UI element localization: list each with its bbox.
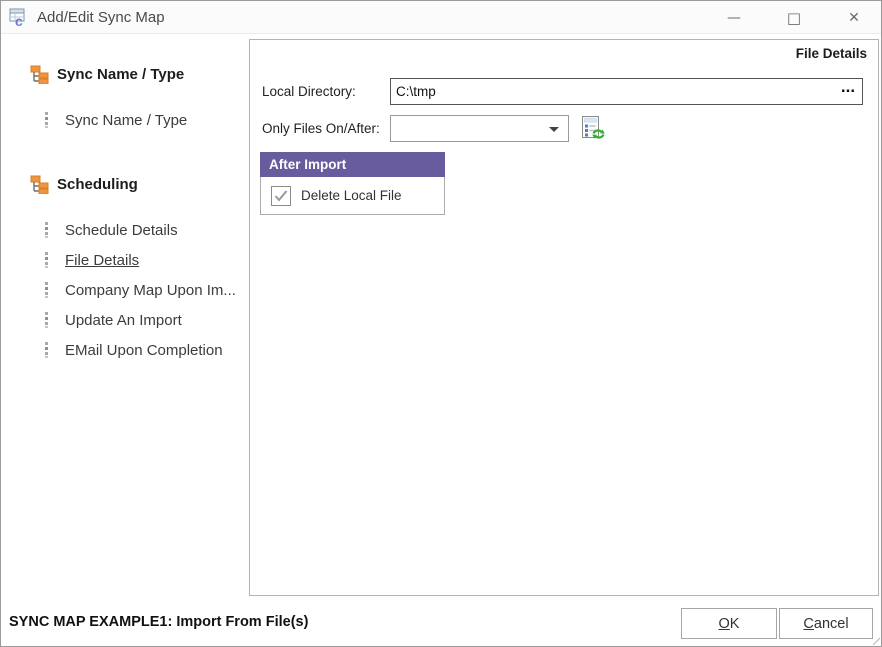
delete-local-file-label: Delete Local File (301, 188, 402, 203)
ok-button[interactable]: OK (681, 608, 777, 639)
after-import-header: After Import (260, 152, 445, 177)
checkmark-icon (274, 190, 288, 202)
ok-mnemonic: O (719, 616, 730, 632)
resize-grip[interactable] (872, 637, 880, 645)
delete-local-file-checkbox[interactable] (271, 186, 291, 206)
svg-text:c: c (15, 13, 23, 27)
drag-dots-icon (44, 312, 49, 328)
add-edit-sync-map-dialog: c Add/Edit Sync Map — □ ✕ Sync Name / Ty… (0, 0, 882, 647)
only-files-on-after-label: Only Files On/After: (262, 121, 380, 136)
window-title: Add/Edit Sync Map (37, 9, 165, 26)
tree-orange-icon (30, 65, 49, 84)
titlebar[interactable]: c Add/Edit Sync Map — □ ✕ (1, 1, 881, 34)
drag-dots-icon (44, 342, 49, 358)
local-directory-label: Local Directory: (262, 84, 356, 99)
cancel-mnemonic: C (803, 616, 813, 632)
maximize-button[interactable]: □ (777, 4, 811, 32)
after-import-row: Delete Local File (260, 177, 445, 215)
after-import-group: After Import Delete Local File (260, 152, 445, 215)
panel-title: File Details (796, 46, 867, 61)
sidebar-item-label: Company Map Upon Im... (65, 282, 236, 299)
sidebar-item-file-details[interactable]: File Details (1, 249, 249, 271)
sidebar-item-label: Schedule Details (65, 222, 178, 239)
local-directory-input[interactable] (391, 84, 834, 99)
only-files-on-after-combobox[interactable] (390, 115, 569, 142)
tree-orange-icon (30, 175, 49, 194)
sidebar-item-label: Sync Name / Type (65, 112, 187, 129)
drag-dots-icon (44, 282, 49, 298)
sidebar-item-company-map-upon-import[interactable]: Company Map Upon Im... (1, 279, 249, 301)
window-controls: — □ ✕ (691, 1, 871, 34)
cancel-button[interactable]: Cancel (779, 608, 873, 639)
drag-dots-icon (44, 252, 49, 268)
ok-rest: K (730, 616, 740, 632)
sidebar-item-label: Update An Import (65, 312, 182, 329)
local-directory-field: ... (390, 78, 863, 105)
sidebar-item-schedule-details[interactable]: Schedule Details (1, 219, 249, 241)
drag-dots-icon (44, 112, 49, 128)
minimize-button[interactable]: — (717, 4, 751, 32)
sidebar-item-update-an-import[interactable]: Update An Import (1, 309, 249, 331)
sidebar-section-label: Scheduling (57, 176, 138, 193)
sidebar-item-sync-name-type[interactable]: Sync Name / Type (1, 109, 249, 131)
app-icon: c (9, 7, 29, 27)
chevron-down-icon (549, 127, 559, 132)
sidebar-section-sync-name-type: Sync Name / Type (1, 63, 249, 85)
sidebar-section-scheduling: Scheduling (1, 173, 249, 195)
sidebar-item-label: EMail Upon Completion (65, 342, 223, 359)
sidebar-section-label: Sync Name / Type (57, 66, 184, 83)
grid-refresh-icon (580, 115, 606, 141)
browse-button[interactable]: ... (834, 79, 862, 104)
status-text: SYNC MAP EXAMPLE1: Import From File(s) (9, 614, 308, 630)
sidebar: Sync Name / Type Sync Name / Type Sc (1, 35, 249, 595)
drag-dots-icon (44, 222, 49, 238)
cancel-rest: ancel (814, 616, 849, 632)
sidebar-item-email-upon-completion[interactable]: EMail Upon Completion (1, 339, 249, 361)
file-details-panel: File Details Local Directory: ... Only F… (249, 39, 879, 596)
grid-refresh-button[interactable] (579, 115, 607, 142)
sidebar-item-label: File Details (65, 252, 139, 269)
close-button[interactable]: ✕ (837, 4, 871, 32)
